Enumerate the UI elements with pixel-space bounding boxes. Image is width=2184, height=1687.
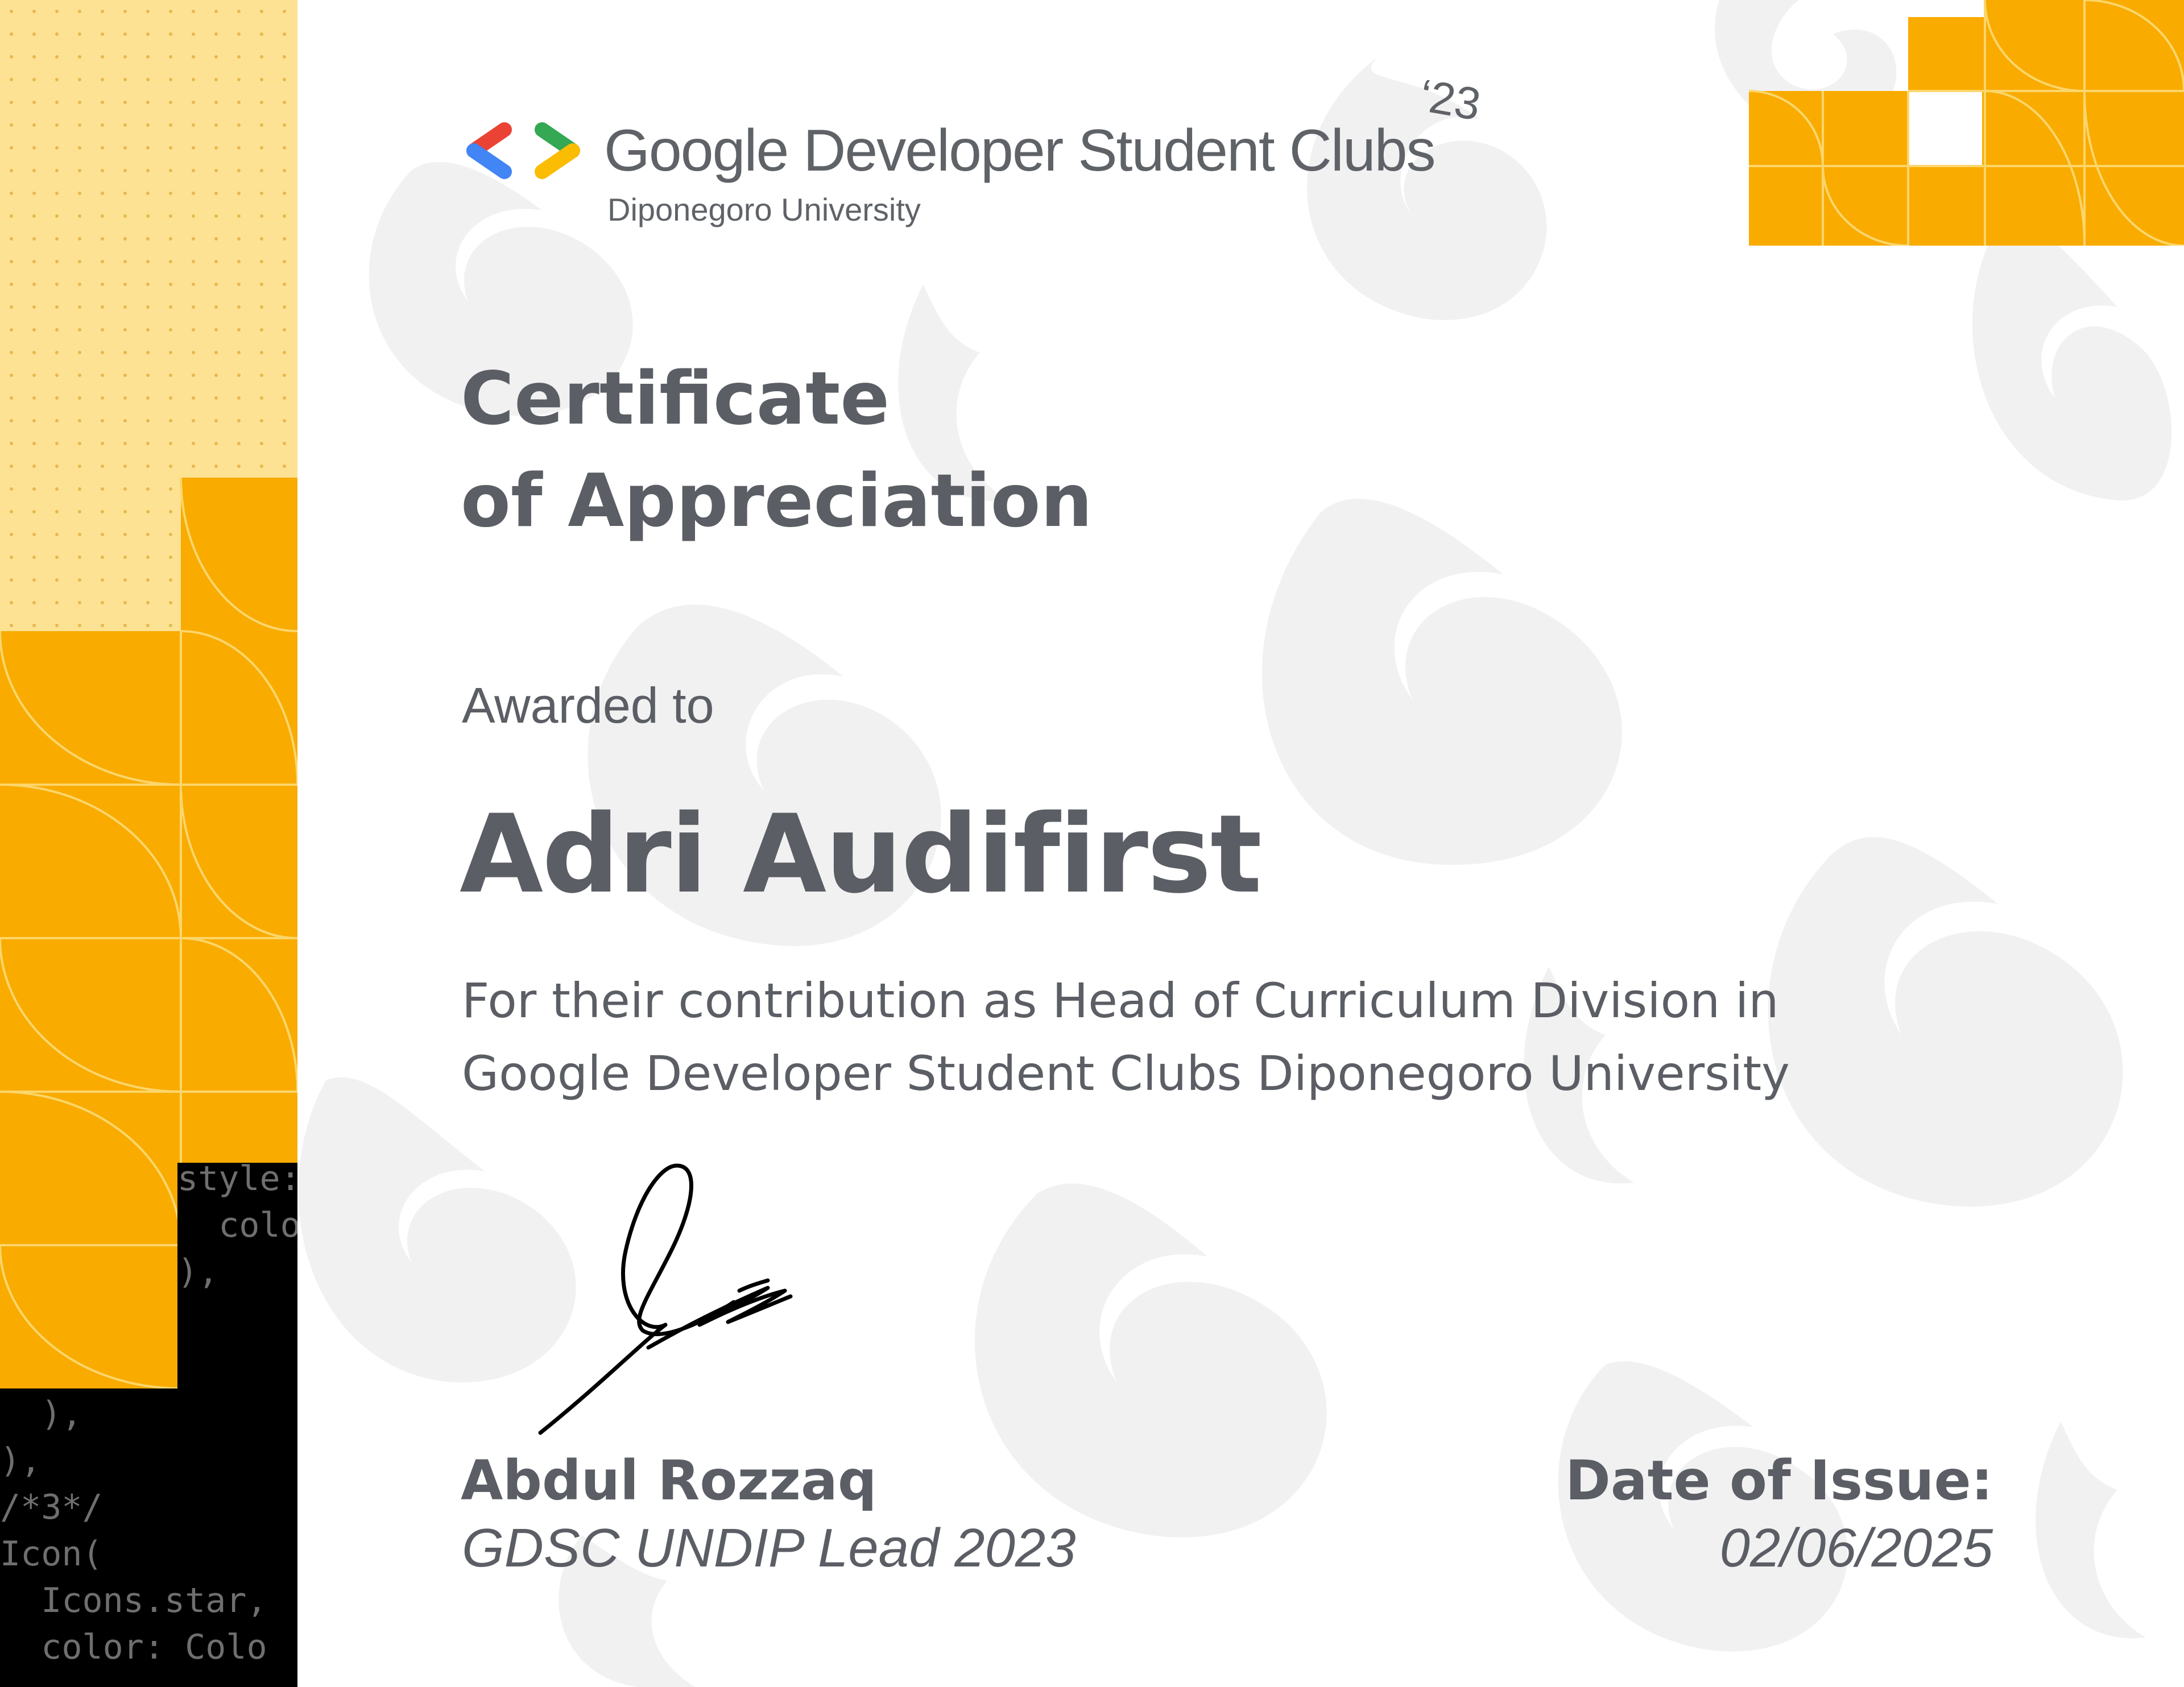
code-snippet-bottom: ), ), /*3*/ Icon( Icons.star, color: Col… bbox=[0, 1394, 267, 1667]
top-right-tile-pattern bbox=[1749, 0, 2184, 246]
recipient-name: Adri Audifirst bbox=[460, 791, 1262, 917]
contribution-text: For their contribution as Head of Curric… bbox=[462, 964, 1941, 1110]
organization-name: Google Developer Student Clubs bbox=[604, 118, 1436, 184]
contribution-line1: For their contribution as Head of Curric… bbox=[462, 973, 1779, 1029]
signer-name: Abdul Rozzaq bbox=[461, 1449, 877, 1512]
awarded-label: Awarded to bbox=[462, 677, 714, 733]
organization-chapter: Diponegoro University bbox=[607, 192, 921, 227]
contribution-line2: Google Developer Student Clubs Diponegor… bbox=[462, 1046, 1790, 1101]
code-snippet-top: style: colo ), bbox=[177, 1159, 297, 1292]
certificate: style: colo ), ), ), /*3*/ Icon( Icons.s… bbox=[0, 0, 2184, 1687]
gdsc-brackets-icon bbox=[466, 122, 580, 179]
certificate-title-line1: Certificate bbox=[461, 357, 890, 441]
certificate-title: Certificate of Appreciation bbox=[461, 348, 1093, 553]
date-of-issue-value: 02/06/2025 bbox=[1719, 1518, 1993, 1578]
certificate-title-line2: of Appreciation bbox=[461, 459, 1093, 544]
signature bbox=[538, 1163, 793, 1435]
left-decorative-band: style: colo ), ), ), /*3*/ Icon( Icons.s… bbox=[0, 0, 297, 1687]
signer-role: GDSC UNDIP Lead 2023 bbox=[462, 1518, 1076, 1578]
organization-year: ‘23 bbox=[1416, 69, 1484, 130]
date-of-issue-label: Date of Issue: bbox=[1565, 1449, 1993, 1512]
